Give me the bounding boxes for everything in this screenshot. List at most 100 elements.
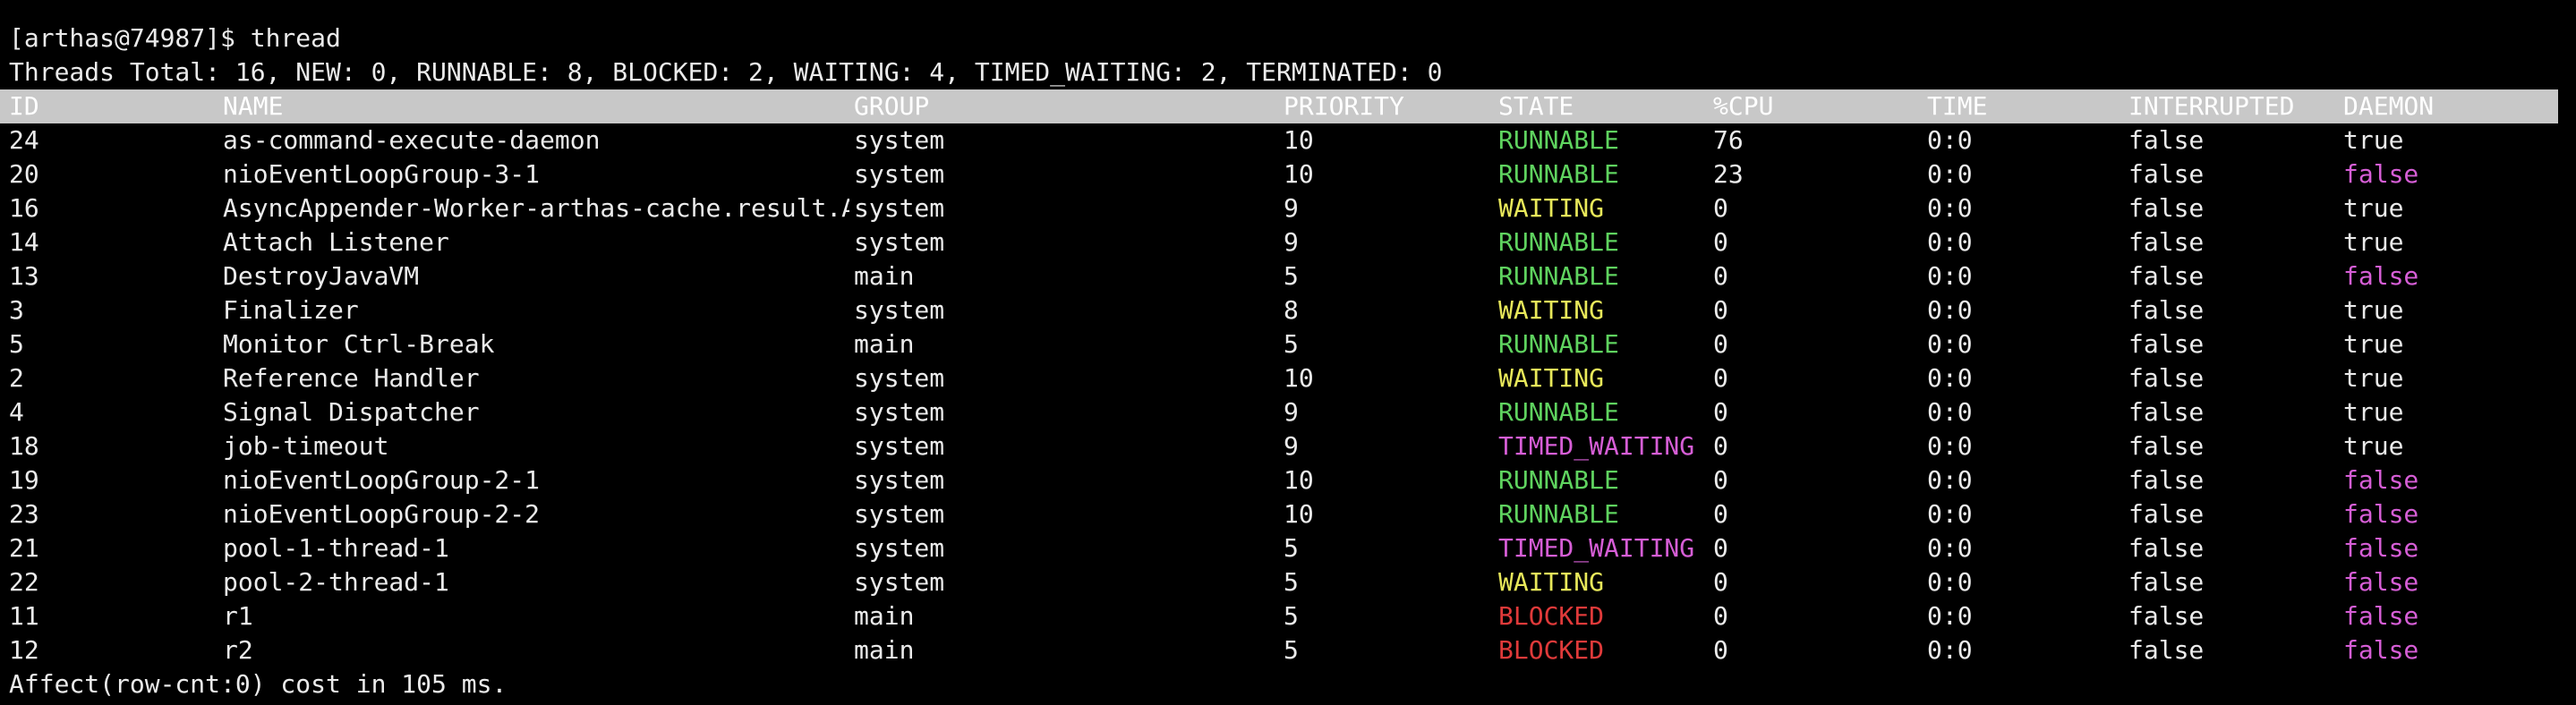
cell-priority: 9 [1284, 397, 1299, 427]
cell-interrupted: false [2128, 295, 2205, 325]
cell-interrupted: false [2128, 601, 2205, 631]
cell-daemon: true [2343, 295, 2404, 325]
cell-name: as-command-execute-daemon [223, 125, 601, 155]
cell-time: 0:0 [1927, 635, 1973, 665]
cell-state: TIMED_WAITING [1498, 431, 1695, 461]
cell-state: RUNNABLE [1498, 159, 1619, 189]
cell-cpu: 23 [1713, 159, 1744, 189]
table-row: 12 r2 main 5 BLOCKED 0 0:0 false false [0, 633, 2576, 667]
cell-state: WAITING [1498, 567, 1605, 597]
cell-cpu: 76 [1713, 125, 1744, 155]
cell-group: system [854, 397, 945, 427]
cell-id: 22 [9, 567, 39, 597]
cell-interrupted: false [2128, 329, 2205, 359]
cell-priority: 8 [1284, 295, 1299, 325]
cell-priority: 5 [1284, 261, 1299, 291]
header-interrupted: INTERRUPTED [2128, 91, 2295, 121]
cell-id: 4 [9, 397, 24, 427]
cell-name: pool-1-thread-1 [223, 533, 449, 563]
thread-table: ID NAME GROUP PRIORITY STATE %CPU TIME I… [0, 89, 2576, 667]
cell-cpu: 0 [1713, 431, 1728, 461]
cell-cpu: 0 [1713, 329, 1728, 359]
cell-id: 13 [9, 261, 39, 291]
command-result: Affect(row-cnt:0) cost in 105 ms. [9, 669, 508, 699]
cell-priority: 9 [1284, 193, 1299, 223]
cell-priority: 10 [1284, 499, 1314, 529]
cell-name: pool-2-thread-1 [223, 567, 449, 597]
cell-time: 0:0 [1927, 125, 1973, 155]
cell-id: 16 [9, 193, 39, 223]
cell-priority: 9 [1284, 431, 1299, 461]
cell-name: job-timeout [223, 431, 389, 461]
cell-time: 0:0 [1927, 601, 1973, 631]
cell-state: RUNNABLE [1498, 227, 1619, 257]
table-row: 24 as-command-execute-daemon system 10 RUNNA… [0, 123, 2576, 157]
cell-time: 0:0 [1927, 533, 1973, 563]
header-group: GROUP [854, 91, 930, 121]
cell-cpu: 0 [1713, 261, 1728, 291]
cell-interrupted: false [2128, 431, 2205, 461]
cell-interrupted: false [2128, 567, 2205, 597]
cell-interrupted: false [2128, 363, 2205, 393]
cell-interrupted: false [2128, 499, 2205, 529]
cell-id: 3 [9, 295, 24, 325]
cell-daemon: false [2343, 567, 2419, 597]
cell-state: RUNNABLE [1498, 261, 1619, 291]
terminal-window[interactable]: [arthas@74987]$ thread Threads Total: 16… [0, 21, 2576, 701]
cell-id: 5 [9, 329, 24, 359]
cell-daemon: true [2343, 431, 2404, 461]
cell-daemon: false [2343, 465, 2419, 495]
cell-interrupted: false [2128, 465, 2205, 495]
table-body: 2 4 as-command-execute-daemon system 10 RUNNA… [0, 123, 2576, 667]
cell-interrupted: false [2128, 397, 2205, 427]
cell-time: 0:0 [1927, 193, 1973, 223]
cell-time: 0:0 [1927, 397, 1973, 427]
cell-name: AsyncAppender-Worker-arthas-cache.result… [223, 193, 849, 223]
cell-id: 2 [9, 363, 24, 393]
header-time: TIME [1927, 91, 1988, 121]
cell-daemon: true [2343, 329, 2404, 359]
cell-cpu: 0 [1713, 533, 1728, 563]
cell-state: RUNNABLE [1498, 125, 1619, 155]
cell-daemon: true [2343, 227, 2404, 257]
cell-id: 18 [9, 431, 39, 461]
cell-state: WAITING [1498, 295, 1605, 325]
cell-id: 20 [9, 159, 39, 189]
table-row: 3 Finalizer system 8 WAITING 0 0:0 false true [0, 293, 2576, 327]
cell-id: 12 [9, 635, 39, 665]
cell-interrupted: false [2128, 159, 2205, 189]
cell-id: 21 [9, 533, 39, 563]
cell-name: Attach Listener [223, 227, 449, 257]
cell-group: main [854, 261, 915, 291]
cell-group: system [854, 465, 945, 495]
cell-name: nioEventLoopGroup-3-1 [223, 159, 541, 189]
cell-time: 0:0 [1927, 465, 1973, 495]
cell-group: system [854, 533, 945, 563]
cell-group: system [854, 363, 945, 393]
cell-interrupted: false [2128, 533, 2205, 563]
cell-state: TIMED_WAITING [1498, 533, 1695, 563]
header-state: STATE [1498, 91, 1574, 121]
cell-interrupted: false [2128, 227, 2205, 257]
cell-group: main [854, 601, 915, 631]
cell-cpu: 0 [1713, 397, 1728, 427]
cell-name: r2 [223, 635, 253, 665]
cell-state: RUNNABLE [1498, 397, 1619, 427]
thread-summary: Threads Total: 16, NEW: 0, RUNNABLE: 8, … [9, 57, 1443, 87]
cell-cpu: 0 [1713, 465, 1728, 495]
cell-interrupted: false [2128, 193, 2205, 223]
table-row: 18 job-timeout system 9 TIMED_WAITING 0 0:0 fal… [0, 429, 2576, 463]
cell-priority: 5 [1284, 567, 1299, 597]
cell-time: 0:0 [1927, 261, 1973, 291]
cell-cpu: 0 [1713, 363, 1728, 393]
cell-state: BLOCKED [1498, 635, 1605, 665]
cell-priority: 10 [1284, 363, 1314, 393]
table-row: 11 r1 main 5 BLOCKED 0 0:0 false false [0, 599, 2576, 633]
header-id: ID [9, 91, 39, 121]
cell-id: 19 [9, 465, 39, 495]
cell-name: r1 [223, 601, 253, 631]
cell-daemon: false [2343, 499, 2419, 529]
cell-state: BLOCKED [1498, 601, 1605, 631]
cell-name: Finalizer [223, 295, 359, 325]
cell-cpu: 0 [1713, 635, 1728, 665]
